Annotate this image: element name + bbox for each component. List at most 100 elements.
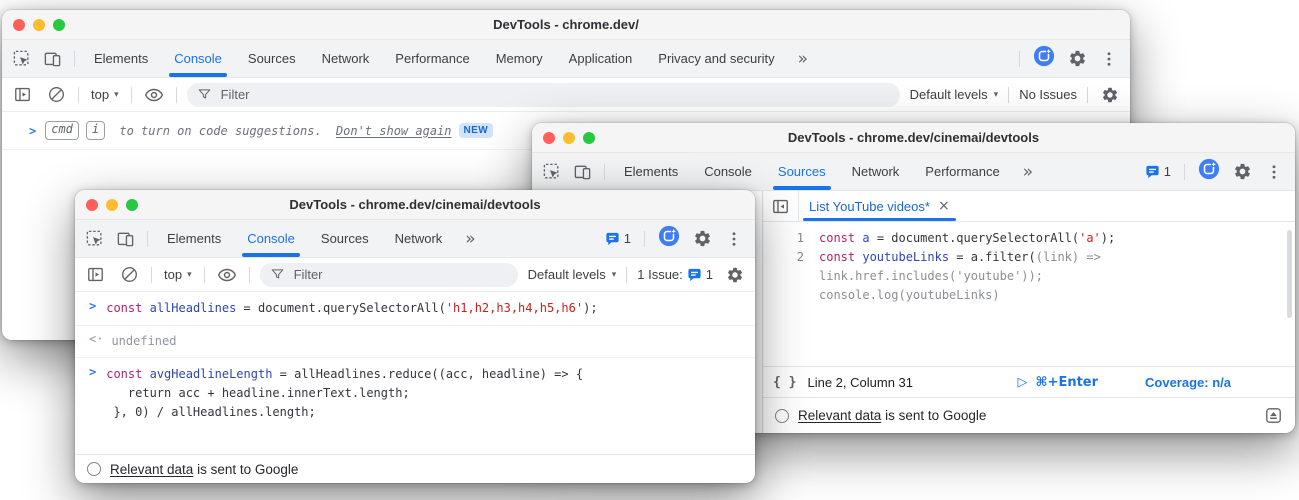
console-sidebar-icon[interactable] (10, 83, 34, 107)
log-levels-selector[interactable]: Default levels ▾ (910, 87, 999, 102)
device-toolbar-icon[interactable] (43, 49, 62, 68)
issues-counter[interactable]: 1 (1145, 164, 1171, 179)
devtools-tabbar: Elements Console Sources Network » 1 (75, 220, 755, 258)
execution-context-selector[interactable]: top ▾ (162, 267, 194, 282)
kebab-menu-icon[interactable] (725, 230, 743, 248)
code-editor[interactable]: 1 const a = document.querySelectorAll('a… (763, 222, 1295, 366)
execution-context-selector[interactable]: top ▾ (89, 87, 121, 102)
result-arrow-icon: <· (89, 332, 103, 346)
cursor-position: Line 2, Column 31 (807, 375, 913, 390)
tab-application[interactable]: Application (556, 40, 646, 77)
more-tabs-icon[interactable]: » (1013, 153, 1043, 190)
divider (151, 267, 152, 283)
divider (626, 267, 627, 283)
ai-assistance-icon[interactable] (1033, 45, 1055, 72)
titlebar[interactable]: DevTools - chrome.dev/cinemai/devtools (532, 123, 1295, 153)
tab-sources[interactable]: Sources (235, 40, 309, 77)
tab-network[interactable]: Network (382, 220, 456, 257)
relevant-data-link[interactable]: Relevant data (110, 462, 193, 477)
tab-privacy-and-security[interactable]: Privacy and security (645, 40, 787, 77)
divider (1019, 51, 1020, 67)
dont-show-again-link[interactable]: Don't show again (336, 124, 452, 138)
tab-elements[interactable]: Elements (81, 40, 161, 77)
console-input[interactable]: > const avgHeadlineLength = allHeadlines… (75, 358, 755, 429)
devtools-window-console: DevTools - chrome.dev/cinemai/devtools E… (75, 190, 755, 483)
clear-console-icon[interactable] (117, 263, 141, 287)
file-tab-snippet[interactable]: List YouTube videos* × (799, 191, 960, 221)
ai-assistance-icon[interactable] (658, 225, 680, 252)
tab-elements[interactable]: Elements (154, 220, 234, 257)
show-drawer-icon[interactable] (1264, 406, 1283, 425)
window-title: DevTools - chrome.dev/cinemai/devtools (289, 197, 540, 212)
kebab-menu-icon[interactable] (1100, 50, 1118, 68)
more-tabs-icon[interactable]: » (455, 220, 485, 257)
tab-memory[interactable]: Memory (483, 40, 556, 77)
hide-navigator-icon[interactable] (763, 191, 799, 221)
console-messages-area[interactable]: > const allHeadlines = document.querySel… (75, 292, 755, 454)
console-settings-gear-icon[interactable] (723, 263, 747, 287)
tab-sources[interactable]: Sources (308, 220, 382, 257)
console-filter[interactable] (187, 83, 900, 107)
clear-console-icon[interactable] (44, 83, 68, 107)
tab-console[interactable]: Console (161, 40, 235, 77)
settings-gear-icon[interactable] (1068, 49, 1087, 68)
tab-elements[interactable]: Elements (611, 153, 691, 190)
close-window-button[interactable] (13, 19, 25, 31)
divider (249, 267, 250, 283)
line-number (763, 286, 819, 305)
filter-input[interactable] (219, 86, 890, 103)
close-window-button[interactable] (543, 132, 555, 144)
live-expression-eye-icon[interactable] (215, 263, 239, 287)
relevant-data-link[interactable]: Relevant data (798, 408, 881, 423)
privacy-notice-bar: Relevant data is sent to Google (763, 397, 1295, 433)
settings-gear-icon[interactable] (693, 229, 712, 248)
divider (1184, 164, 1185, 180)
tab-console[interactable]: Console (234, 220, 308, 257)
close-window-button[interactable] (86, 199, 98, 211)
live-expression-eye-icon[interactable] (142, 83, 166, 107)
tab-sources[interactable]: Sources (765, 153, 839, 190)
zoom-window-button[interactable] (53, 19, 65, 31)
console-settings-gear-icon[interactable] (1098, 83, 1122, 107)
run-shortcut-label: ⌘+Enter (1035, 375, 1098, 390)
titlebar[interactable]: DevTools - chrome.dev/cinemai/devtools (75, 190, 755, 220)
close-icon[interactable]: × (938, 198, 950, 214)
coverage-link[interactable]: Coverage: n/a (1145, 375, 1231, 390)
ai-assistance-icon[interactable] (1198, 158, 1220, 185)
pretty-print-icon[interactable]: { } (773, 375, 796, 390)
run-snippet-button[interactable]: ▷ ⌘+Enter (1017, 375, 1098, 390)
tab-console[interactable]: Console (691, 153, 765, 190)
issues-status[interactable]: No Issues (1019, 87, 1077, 102)
chevron-down-icon: ▾ (114, 90, 119, 100)
issues-counter[interactable]: 1 Issue: 1 (637, 267, 713, 282)
filter-input[interactable] (292, 266, 508, 283)
settings-gear-icon[interactable] (1233, 162, 1252, 181)
zoom-window-button[interactable] (583, 132, 595, 144)
play-icon: ▷ (1017, 375, 1027, 390)
console-sidebar-icon[interactable] (83, 263, 107, 287)
tab-network[interactable]: Network (839, 153, 913, 190)
minimize-window-button[interactable] (563, 132, 575, 144)
tab-performance[interactable]: Performance (382, 40, 482, 77)
kebab-menu-icon[interactable] (1265, 163, 1283, 181)
device-toolbar-icon[interactable] (116, 229, 135, 248)
issues-counter[interactable]: 1 (605, 231, 631, 246)
minimize-window-button[interactable] (33, 19, 45, 31)
console-filter[interactable] (260, 263, 518, 287)
more-tabs-icon[interactable]: » (788, 40, 818, 77)
titlebar[interactable]: DevTools - chrome.dev/ (2, 10, 1130, 40)
minimize-window-button[interactable] (106, 199, 118, 211)
inspect-element-icon[interactable] (542, 162, 561, 181)
tab-network[interactable]: Network (309, 40, 383, 77)
editor-scrollbar[interactable] (1287, 230, 1292, 318)
log-levels-selector[interactable]: Default levels ▾ (528, 267, 617, 282)
tab-performance[interactable]: Performance (912, 153, 1012, 190)
device-toolbar-icon[interactable] (573, 162, 592, 181)
zoom-window-button[interactable] (126, 199, 138, 211)
code-line: link.href.includes('youtube')); (763, 267, 1295, 286)
inspect-element-icon[interactable] (85, 229, 104, 248)
inspect-element-icon[interactable] (12, 49, 31, 68)
window-title: DevTools - chrome.dev/cinemai/devtools (788, 130, 1039, 145)
issues-bubble-icon (687, 267, 702, 282)
traffic-lights (86, 199, 138, 211)
